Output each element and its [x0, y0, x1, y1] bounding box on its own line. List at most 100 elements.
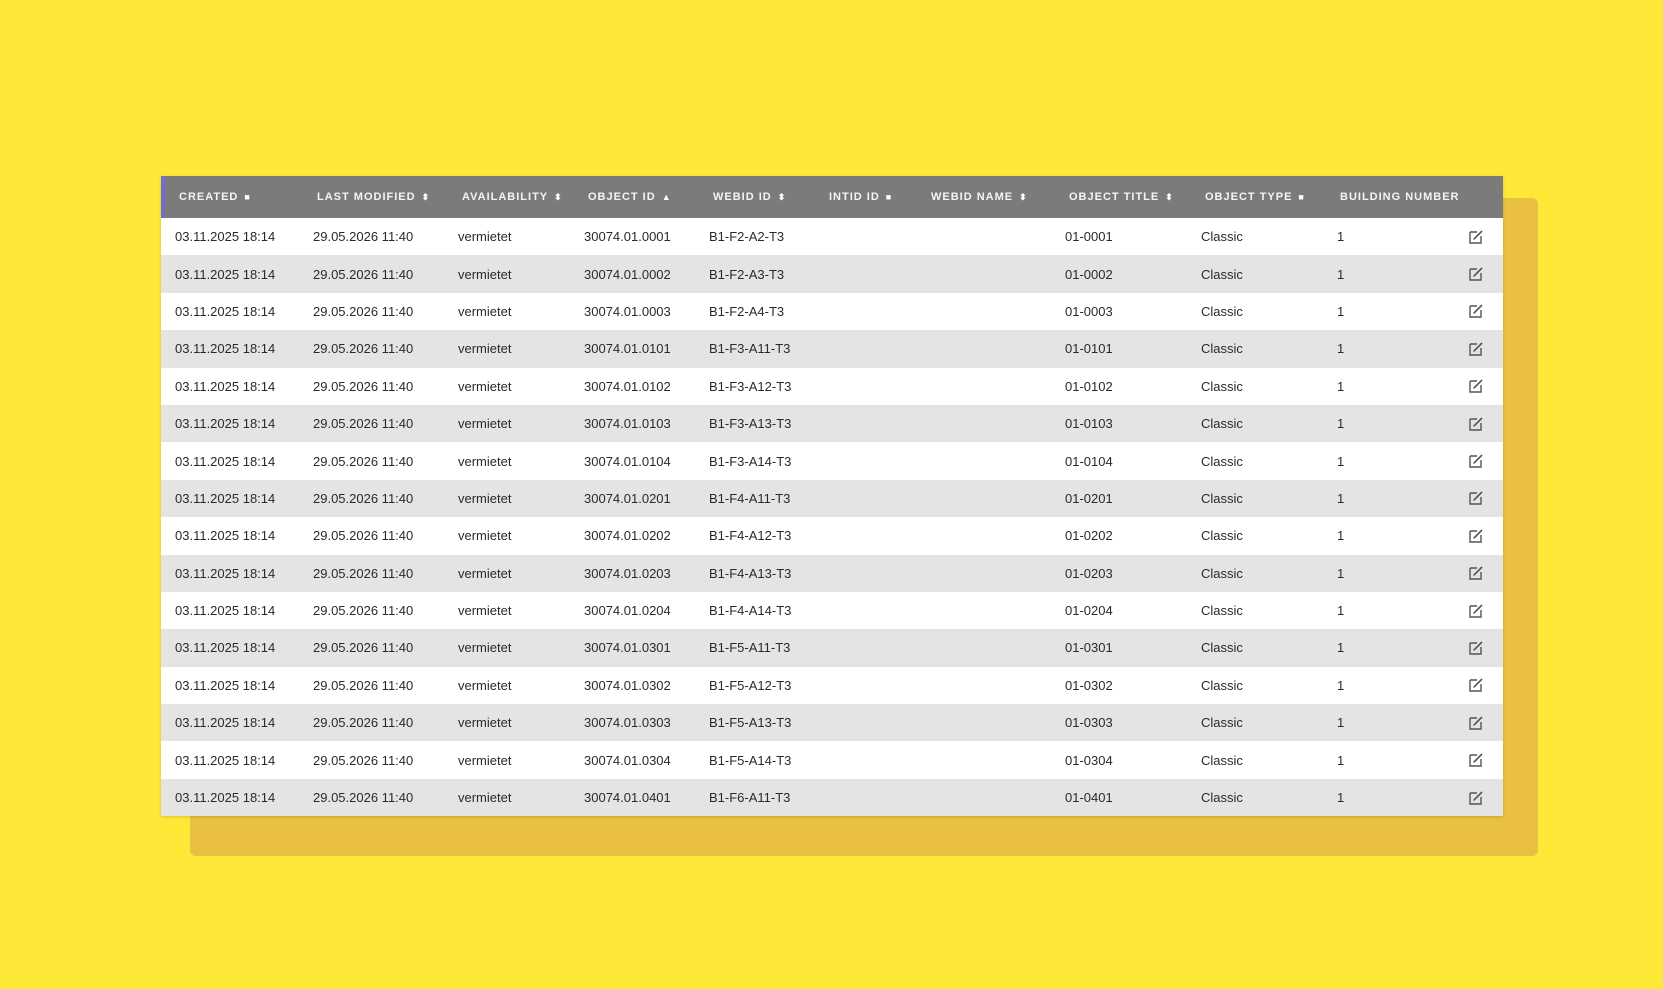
table-row[interactable]: 03.11.2025 18:14 29.05.2026 11:40 vermiete… [161, 255, 1503, 293]
sort-ascending-icon: ▲ [661, 192, 672, 202]
cell-object-id: 30074.01.0101 [584, 341, 671, 357]
cell-object-id: 30074.01.0002 [584, 266, 671, 282]
table-row[interactable]: 03.11.2025 18:14 29.05.2026 11:40 vermiete… [161, 778, 1503, 816]
edit-icon[interactable] [1461, 517, 1491, 554]
cell-object-title: 01-0104 [1065, 453, 1113, 469]
cell-webid-id: B1-F6-A11-T3 [709, 790, 791, 806]
edit-icon[interactable] [1461, 592, 1491, 629]
cell-building-number: 1 [1337, 677, 1345, 693]
edit-icon[interactable] [1461, 330, 1491, 367]
edit-icon[interactable] [1461, 368, 1491, 405]
cell-availability: vermietet [458, 378, 512, 394]
edit-icon[interactable] [1461, 555, 1491, 592]
cell-object-id: 30074.01.0102 [584, 378, 671, 394]
table-row[interactable]: 03.11.2025 18:14 29.05.2026 11:40 vermiete… [161, 592, 1503, 629]
table-row[interactable]: 03.11.2025 18:14 29.05.2026 11:40 vermiete… [161, 442, 1503, 479]
sort-icon: ⬍ [1165, 191, 1174, 202]
sort-icon: ■ [1298, 192, 1305, 202]
cell-building-number: 1 [1337, 266, 1345, 282]
table-row[interactable]: 03.11.2025 18:14 29.05.2026 11:40 vermiete… [161, 704, 1503, 742]
edit-icon[interactable] [1461, 218, 1491, 255]
table-row[interactable]: 03.11.2025 18:14 29.05.2026 11:40 vermiete… [161, 667, 1503, 704]
table-row[interactable]: 03.11.2025 18:14 29.05.2026 11:40 vermiete… [161, 479, 1503, 518]
table-row[interactable]: 03.11.2025 18:14 29.05.2026 11:40 vermiete… [161, 629, 1503, 667]
cell-webid-id: B1-F2-A2-T3 [709, 229, 785, 245]
cell-availability: vermietet [458, 453, 512, 469]
table-row[interactable]: 03.11.2025 18:14 29.05.2026 11:40 vermiete… [161, 218, 1503, 255]
cell-object-type: Classic [1201, 528, 1243, 544]
objects-table: Created ■ Last modified ⬍ Availability ⬍ Ob… [161, 176, 1503, 816]
table-row[interactable]: 03.11.2025 18:14 29.05.2026 11:40 vermiete… [161, 517, 1503, 554]
table-body: 03.11.2025 18:14 29.05.2026 11:40 vermiete… [161, 218, 1503, 816]
cell-building-number: 1 [1337, 603, 1345, 619]
cell-object-title: 01-0204 [1065, 603, 1113, 619]
sort-icon: ■ [244, 192, 251, 202]
edit-icon[interactable] [1461, 704, 1491, 741]
cell-object-type: Classic [1201, 378, 1243, 394]
sort-icon: ■ [885, 192, 893, 202]
cell-building-number: 1 [1337, 790, 1345, 806]
column-header-webid-id[interactable]: Webid ID ⬍ [713, 176, 786, 218]
edit-icon[interactable] [1461, 480, 1491, 517]
table-row[interactable]: 03.11.2025 18:14 29.05.2026 11:40 vermiete… [161, 741, 1503, 778]
column-header-object-title[interactable]: Object title ⬍ [1069, 176, 1174, 218]
edit-icon[interactable] [1461, 405, 1491, 442]
column-header-building-number: Building number [1340, 191, 1460, 203]
table-row[interactable]: 03.11.2025 18:14 29.05.2026 11:40 vermiete… [161, 330, 1503, 368]
cell-availability: vermietet [458, 229, 512, 245]
cell-webid-id: B1-F4-A11-T3 [709, 490, 791, 506]
cell-object-id: 30074.01.0203 [584, 565, 671, 581]
column-header-intid-id[interactable]: Intid ID ■ [829, 176, 892, 218]
cell-object-id: 30074.01.0201 [584, 490, 671, 506]
cell-webid-id: B1-F2-A3-T3 [709, 266, 785, 282]
column-header-webid-name[interactable]: Webid name ⬍ [931, 176, 1028, 218]
cell-object-type: Classic [1201, 303, 1243, 319]
cell-availability: vermietet [458, 565, 512, 581]
column-header-last-modified[interactable]: Last modified ⬍ [317, 176, 430, 218]
table-row[interactable]: 03.11.2025 18:14 29.05.2026 11:40 vermiete… [161, 404, 1503, 443]
cell-object-id: 30074.01.0104 [584, 453, 671, 469]
cell-created: 03.11.2025 18:14 [175, 677, 276, 693]
cell-building-number: 1 [1337, 416, 1345, 432]
cell-last-modified: 29.05.2026 11:40 [313, 565, 414, 581]
column-header-availability[interactable]: Availability ⬍ [462, 176, 563, 218]
cell-object-type: Classic [1201, 266, 1243, 282]
cell-created: 03.11.2025 18:14 [175, 229, 276, 245]
sort-icon: ⬍ [421, 191, 431, 202]
cell-object-type: Classic [1201, 715, 1243, 731]
cell-last-modified: 29.05.2026 11:40 [313, 677, 414, 693]
column-header-object-type[interactable]: Object type ■ [1205, 176, 1305, 218]
table-row[interactable]: 03.11.2025 18:14 29.05.2026 11:40 vermiete… [161, 554, 1503, 592]
cell-object-type: Classic [1201, 341, 1243, 357]
cell-webid-id: B1-F5-A12-T3 [709, 677, 792, 693]
cell-building-number: 1 [1337, 229, 1345, 245]
cell-object-type: Classic [1201, 790, 1243, 806]
cell-object-id: 30074.01.0302 [584, 677, 671, 693]
cell-webid-id: B1-F2-A4-T3 [709, 303, 785, 319]
edit-icon[interactable] [1461, 293, 1491, 330]
cell-object-id: 30074.01.0401 [584, 790, 671, 806]
edit-icon[interactable] [1461, 442, 1491, 479]
column-header-created[interactable]: Created ■ [179, 176, 251, 218]
edit-icon[interactable] [1461, 629, 1491, 666]
edit-icon[interactable] [1461, 741, 1491, 778]
cell-created: 03.11.2025 18:14 [175, 453, 276, 469]
cell-object-id: 30074.01.0304 [584, 752, 671, 768]
edit-icon[interactable] [1461, 255, 1491, 292]
column-header-object-id[interactable]: Object ID ▲ [588, 176, 672, 218]
cell-object-title: 01-0303 [1065, 715, 1113, 731]
cell-building-number: 1 [1337, 303, 1345, 319]
cell-object-title: 01-0103 [1065, 416, 1113, 432]
cell-last-modified: 29.05.2026 11:40 [313, 640, 414, 656]
cell-webid-id: B1-F5-A14-T3 [709, 752, 792, 768]
cell-webid-id: B1-F4-A13-T3 [709, 565, 792, 581]
cell-object-type: Classic [1201, 490, 1243, 506]
edit-icon[interactable] [1461, 779, 1491, 816]
cell-created: 03.11.2025 18:14 [175, 715, 276, 731]
cell-building-number: 1 [1337, 341, 1345, 357]
table-row[interactable]: 03.11.2025 18:14 29.05.2026 11:40 vermiete… [161, 293, 1503, 330]
cell-created: 03.11.2025 18:14 [175, 752, 276, 768]
table-row[interactable]: 03.11.2025 18:14 29.05.2026 11:40 vermiete… [161, 368, 1503, 405]
edit-icon[interactable] [1461, 667, 1491, 704]
cell-last-modified: 29.05.2026 11:40 [313, 603, 414, 619]
